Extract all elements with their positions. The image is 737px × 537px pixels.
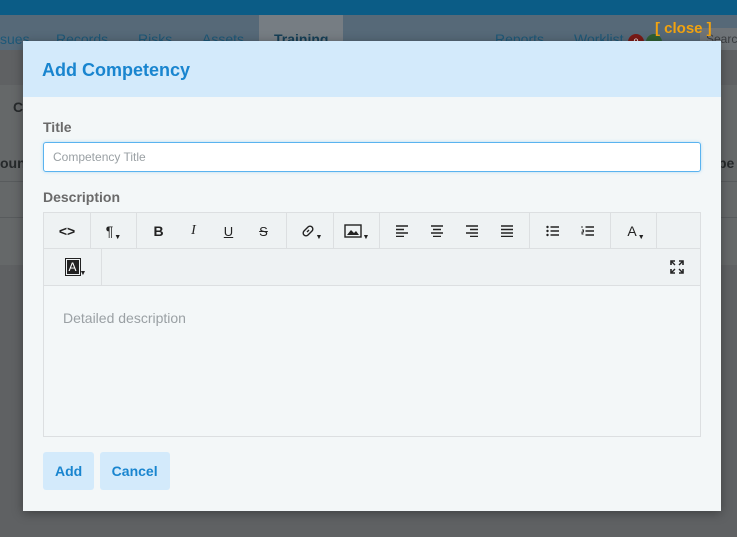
image-icon (343, 224, 362, 238)
strikethrough-button[interactable]: S (246, 213, 281, 249)
description-label: Description (43, 189, 121, 205)
font-color-icon: A (627, 223, 637, 239)
background-color-icon: A (64, 258, 81, 276)
modal-body: Title Description <> ¶▼ B I U S ▼ (23, 97, 721, 437)
toolbar-row-1: <> ¶ ▼ B I U S ▼ ▼ A ▼ (44, 213, 700, 249)
italic-icon: I (191, 223, 196, 238)
insert-image-button[interactable]: ▼ (339, 213, 374, 249)
link-icon (302, 225, 314, 237)
bold-icon: B (153, 223, 164, 239)
code-view-icon: <> (58, 223, 76, 239)
chevron-down-icon: ▼ (114, 233, 122, 241)
italic-button[interactable]: I (176, 213, 211, 249)
background-text: C (13, 99, 24, 115)
toolbar-separator (529, 213, 530, 249)
bullet-list-icon (545, 225, 559, 237)
close-link[interactable]: [ close ] (655, 20, 712, 37)
underline-button[interactable]: U (211, 213, 246, 249)
insert-link-button[interactable]: ▼ (294, 213, 329, 249)
background-text: oun (0, 155, 26, 171)
add-competency-modal: Add Competency Title Description <> ¶▼ B… (23, 41, 721, 511)
chevron-down-icon: ▼ (315, 233, 323, 241)
numbered-list-button[interactable] (570, 213, 605, 249)
font-color-button[interactable]: A ▼ (616, 213, 656, 249)
toolbar-separator (379, 213, 380, 249)
fullscreen-icon (669, 260, 684, 274)
numbered-list-icon (581, 226, 594, 236)
description-editor: <> ¶ ▼ B I U S ▼ ▼ A ▼ A ▼ Detailed desc… (43, 212, 701, 437)
bullet-list-button[interactable] (535, 213, 570, 249)
title-label: Title (43, 119, 72, 135)
justify-button[interactable] (489, 213, 524, 249)
code-view-button[interactable]: <> (44, 213, 90, 249)
chevron-down-icon: ▼ (79, 269, 87, 277)
align-center-icon (430, 225, 443, 237)
toolbar-row-2: A ▼ (44, 249, 700, 285)
cancel-button[interactable]: Cancel (99, 452, 170, 490)
modal-header: Add Competency (23, 41, 721, 97)
background-color-button[interactable]: A ▼ (54, 249, 99, 285)
justify-icon (500, 225, 513, 237)
paragraph-icon: ¶ (105, 223, 114, 239)
modal-title: Add Competency (42, 60, 191, 80)
toolbar-separator (286, 213, 287, 249)
underline-icon: U (223, 223, 234, 239)
chevron-down-icon: ▼ (362, 233, 370, 241)
app-top-bar (0, 0, 737, 15)
chevron-down-icon: ▼ (637, 233, 645, 241)
toolbar-separator (656, 213, 657, 249)
strikethrough-icon: S (259, 223, 268, 239)
bold-button[interactable]: B (141, 213, 176, 249)
align-right-icon (465, 225, 478, 237)
toolbar-separator (333, 213, 334, 249)
toolbar-separator (101, 249, 102, 285)
description-textarea[interactable]: Detailed description (44, 286, 700, 436)
toolbar-separator (610, 213, 611, 249)
align-center-button[interactable] (419, 213, 454, 249)
align-left-icon (395, 225, 408, 237)
align-left-button[interactable] (384, 213, 419, 249)
modal-actions: Add Cancel (43, 452, 171, 490)
editor-toolbar: <> ¶ ▼ B I U S ▼ ▼ A ▼ A ▼ (44, 213, 700, 286)
align-right-button[interactable] (454, 213, 489, 249)
fullscreen-button[interactable] (659, 249, 694, 285)
paragraph-style-button[interactable]: ¶ ▼ (91, 213, 136, 249)
add-button[interactable]: Add (43, 452, 95, 490)
toolbar-separator (136, 213, 137, 249)
competency-title-input[interactable] (43, 142, 701, 172)
